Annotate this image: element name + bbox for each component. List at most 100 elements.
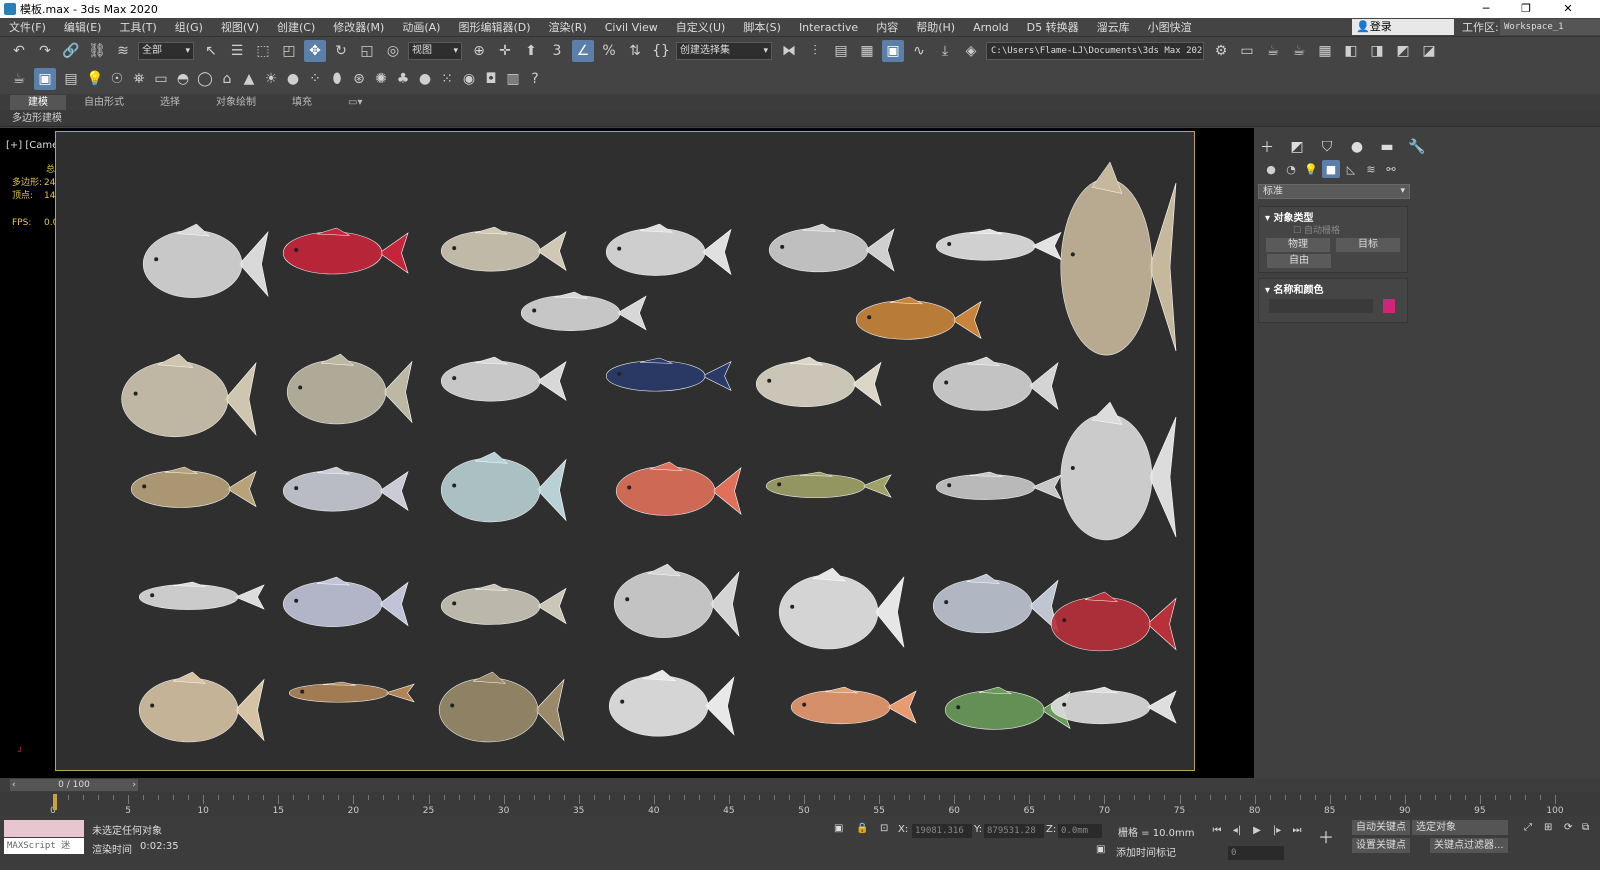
fish-model[interactable] — [765, 471, 892, 499]
space-warps-icon[interactable]: ≋ — [1362, 160, 1380, 178]
viewport-area[interactable]: [+] [Camera001] [标准] [边面] 总计 多边形:240,838… — [0, 128, 1254, 778]
help-icon[interactable]: ? — [526, 68, 544, 90]
vray-clipper-icon[interactable]: ✺ — [372, 68, 390, 90]
next-frame-icon[interactable]: |▸ — [1268, 822, 1286, 838]
goto-end-icon[interactable]: ⏭ — [1288, 822, 1306, 838]
fish-model[interactable] — [1060, 401, 1177, 541]
physical-camera-button[interactable]: 物理 — [1266, 238, 1330, 252]
vray-ies-icon[interactable]: ⌂ — [218, 68, 236, 90]
vray-grass-icon[interactable]: ♣ — [394, 68, 412, 90]
tab-object-paint[interactable]: 对象绘制 — [198, 95, 274, 110]
rendered-frame-icon[interactable]: ▭ — [1236, 40, 1258, 62]
menu-customize[interactable]: 自定义(U) — [667, 18, 735, 37]
spinner-snap-icon[interactable]: ⇅ — [624, 40, 646, 62]
fish-model[interactable] — [440, 583, 567, 625]
fish-model[interactable] — [288, 681, 415, 703]
z-coord-field[interactable]: 0.0mm — [1058, 824, 1102, 838]
key-filters-button[interactable]: 关键点过滤器... — [1430, 838, 1508, 853]
fish-model[interactable] — [440, 356, 567, 402]
scale-icon[interactable]: ◱ — [356, 40, 378, 62]
edit-named-selection-icon[interactable]: {} — [650, 40, 672, 62]
select-manipulate-icon[interactable]: ✛ — [494, 40, 516, 62]
menu-liuyun-library[interactable]: 溜云库 — [1088, 18, 1139, 37]
time-slider-prev-icon[interactable]: ‹ — [12, 779, 16, 791]
material-editor-icon[interactable]: ◈ — [960, 40, 982, 62]
fish-model[interactable] — [1060, 161, 1177, 356]
fish-model[interactable] — [932, 356, 1059, 411]
menu-group[interactable]: 组(G) — [166, 18, 212, 37]
menu-arnold[interactable]: Arnold — [964, 18, 1018, 37]
time-tag-icon[interactable]: ▣ — [1096, 844, 1105, 855]
curve-editor-icon[interactable]: ∿ — [908, 40, 930, 62]
menu-create[interactable]: 创建(C) — [268, 18, 324, 37]
hierarchy-tab-icon[interactable]: ⛉ — [1314, 136, 1340, 158]
rect-selection-icon[interactable]: ⬚ — [252, 40, 274, 62]
vray-material-icon[interactable]: ⁙ — [438, 68, 456, 90]
fish-model[interactable] — [855, 296, 982, 340]
tab-populate[interactable]: 填充 — [274, 95, 330, 110]
zoom-icon[interactable]: ⤢ — [1524, 822, 1532, 833]
fish-model[interactable] — [138, 671, 265, 743]
rotate-icon[interactable]: ↻ — [330, 40, 352, 62]
bind-space-warp-icon[interactable]: ≋ — [112, 40, 134, 62]
layout-2-icon[interactable]: ◨ — [1366, 40, 1388, 62]
key-target-dropdown[interactable]: 选定对象 — [1412, 820, 1508, 835]
render-iterative-icon[interactable]: ☕ — [1288, 40, 1310, 62]
vray-sphere-light-icon[interactable]: ◯ — [196, 68, 214, 90]
geometry-icon[interactable]: ● — [1262, 160, 1280, 178]
fish-model[interactable] — [1050, 591, 1177, 652]
render-cloud-icon[interactable]: ▦ — [1314, 40, 1336, 62]
menu-tools[interactable]: 工具(T) — [110, 18, 165, 37]
menu-scripting[interactable]: 脚本(S) — [734, 18, 790, 37]
fish-model[interactable] — [932, 573, 1059, 634]
close-button[interactable]: ✕ — [1548, 0, 1588, 18]
fish-model[interactable] — [440, 451, 567, 523]
ribbon-toggle-icon[interactable]: ▣ — [882, 40, 904, 62]
object-name-field[interactable] — [1269, 299, 1373, 313]
y-coord-field[interactable]: 879531.28 — [984, 824, 1044, 838]
keyboard-shortcut-icon[interactable]: ⬆ — [520, 40, 542, 62]
maximize-viewport-icon[interactable]: ⧉ — [1582, 822, 1589, 833]
maxscript-mini-listener[interactable]: MAXScript 迷 — [4, 838, 84, 854]
vray-cone-icon[interactable]: ▲ — [240, 68, 258, 90]
login-dropdown[interactable]: 👤登录 — [1352, 19, 1454, 35]
menu-d5-converter[interactable]: D5 转换器 — [1018, 18, 1088, 37]
camera-viewport[interactable] — [55, 131, 1195, 771]
fish-model[interactable] — [605, 223, 732, 276]
set-key-big-icon[interactable]: ＋ — [1318, 824, 1334, 848]
fish-model[interactable] — [286, 353, 413, 425]
time-slider[interactable]: ‹ 0 / 100 › — [10, 779, 138, 791]
vray-dome-icon[interactable]: ◓ — [174, 68, 192, 90]
fish-model[interactable] — [935, 228, 1062, 261]
menu-animation[interactable]: 动画(A) — [393, 18, 449, 37]
minimize-button[interactable]: ─ — [1466, 0, 1506, 18]
unlink-icon[interactable]: ⛓ — [86, 40, 108, 62]
menu-graph-editors[interactable]: 图形编辑器(D) — [449, 18, 539, 37]
window-crossing-icon[interactable]: ◰ — [278, 40, 300, 62]
menu-xiaotu-render[interactable]: 小图快渲 — [1139, 18, 1201, 37]
fish-model[interactable] — [282, 227, 409, 275]
prev-frame-icon[interactable]: ◂| — [1228, 822, 1246, 838]
project-path-field[interactable]: C:\Users\Flame-LJ\Documents\3ds Max 2020 — [986, 42, 1204, 60]
cameras-icon[interactable]: ■ — [1322, 160, 1340, 178]
vray-proxy-icon[interactable]: ⁘ — [306, 68, 324, 90]
vray-settings-icon[interactable]: ▥ — [504, 68, 522, 90]
named-selection-dropdown[interactable]: 创建选择集 — [676, 42, 772, 60]
fish-model[interactable] — [778, 567, 905, 650]
selection-filter-dropdown[interactable]: 全部 — [138, 42, 194, 60]
fish-model[interactable] — [935, 471, 1062, 500]
menu-interactive[interactable]: Interactive — [790, 18, 867, 37]
menu-help[interactable]: 帮助(H) — [907, 18, 964, 37]
fish-model[interactable] — [438, 671, 565, 743]
vray-sun-icon[interactable]: ☀ — [262, 68, 280, 90]
absolute-mode-icon[interactable]: ⊡ — [880, 823, 888, 834]
fish-model[interactable] — [755, 356, 882, 407]
teapot-icon[interactable]: ☕ — [8, 68, 30, 90]
place-icon[interactable]: ◎ — [382, 40, 404, 62]
light-tools-icon[interactable]: ☉ — [108, 68, 126, 90]
auto-key-button[interactable]: 自动关键点 — [1352, 820, 1410, 835]
fish-model[interactable] — [615, 461, 742, 516]
vray-lens-icon[interactable]: ◉ — [460, 68, 478, 90]
camera-icon[interactable]: ⛯ — [130, 68, 148, 90]
select-object-icon[interactable]: ↖ — [200, 40, 222, 62]
